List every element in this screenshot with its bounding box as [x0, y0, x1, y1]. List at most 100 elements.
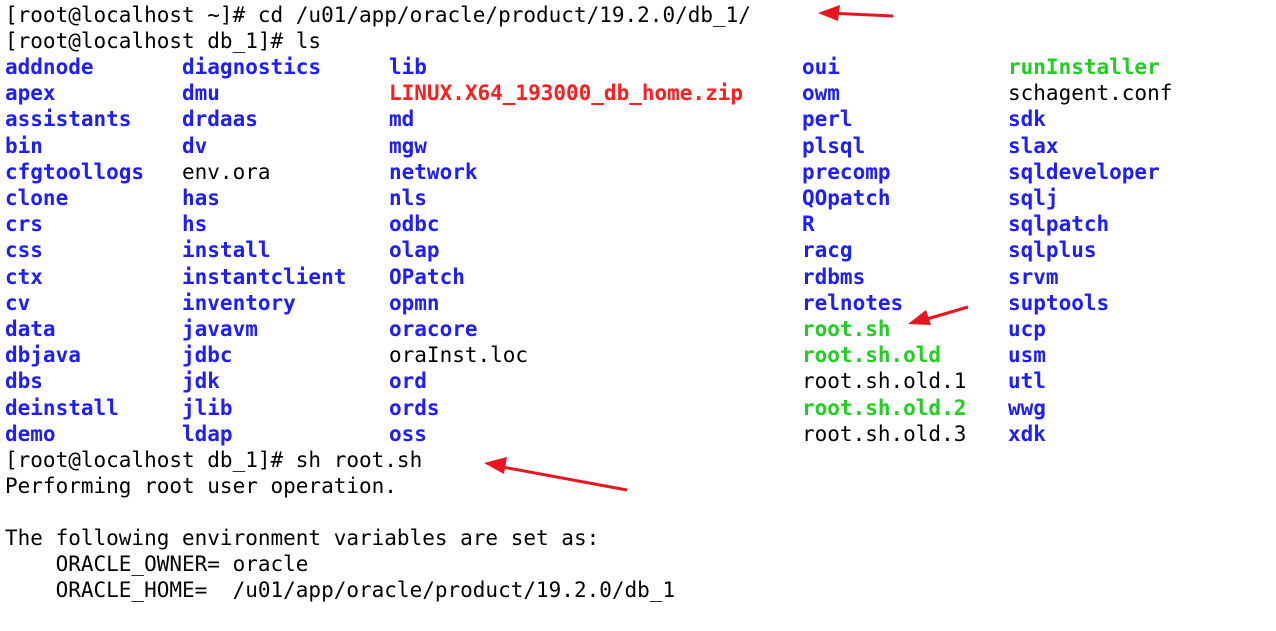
ls-entry: suptools	[1008, 290, 1110, 315]
ls-entry: sqlpatch	[1008, 212, 1110, 237]
ls-entry: utl	[1008, 369, 1046, 394]
ls-entry: dbs	[5, 369, 43, 394]
ls-entry: dv	[182, 133, 208, 158]
ls-entry: relnotes	[802, 290, 904, 315]
ls-row: dbjava jdbc oraInst.loc root.sh.old usm	[0, 342, 1276, 368]
ls-entry: dmu	[182, 81, 220, 106]
ls-entry: olap	[389, 238, 440, 263]
ls-entry: odbc	[389, 212, 440, 237]
ls-entry: hs	[182, 212, 208, 237]
ls-entry: sqlj	[1008, 186, 1059, 210]
ls-row: ctx instantclient OPatch rdbms srvm	[0, 264, 1276, 290]
terminal-window[interactable]: [root@localhost ~]# cd /u01/app/oracle/p…	[0, 0, 1276, 631]
ls-row: assistants drdaas md perl sdk	[0, 106, 1276, 132]
ls-entry: drdaas	[182, 107, 258, 132]
ls-row: clone has nls QOpatch sqlj	[0, 185, 1276, 211]
ls-row: deinstall jlib ords root.sh.old.2 wwg	[0, 395, 1276, 421]
output-performing: Performing root user operation.	[5, 474, 397, 498]
ls-entry: dbjava	[5, 343, 81, 368]
red-arrow-icon	[484, 457, 507, 474]
ls-row: crs hs odbc Rsqlpatch	[0, 211, 1276, 237]
ls-row: addnode diagnostics lib oui runInstaller	[0, 54, 1276, 80]
ls-entry: ords	[389, 395, 440, 420]
ls-row: cv inventory opmn relnotes suptools	[0, 290, 1276, 316]
ls-entry: bin	[5, 133, 43, 158]
ls-entry: xdk	[1008, 421, 1046, 446]
ls-entry: md	[389, 107, 415, 132]
ls-entry: root.sh.old.2	[802, 395, 967, 420]
ls-entry: ord	[389, 369, 427, 394]
ls-entry: addnode	[5, 55, 94, 79]
red-arrow-icon	[818, 5, 840, 21]
ls-entry: cv	[5, 290, 31, 315]
ls-row: css install olap racg sqlplus	[0, 237, 1276, 263]
ls-entry: css	[5, 238, 43, 263]
ls-entry: root.sh.old	[802, 343, 942, 368]
ls-entry: oss	[389, 421, 427, 446]
output-oracle-owner: ORACLE_OWNER= oracle	[5, 552, 309, 576]
output-env-header: The following environment variables are …	[5, 526, 600, 550]
ls-entry: srvm	[1008, 264, 1059, 289]
prompt-line-cd: [root@localhost ~]# cd /u01/app/oracle/p…	[5, 3, 751, 27]
ls-row: bin dv mgw plsql slax	[0, 133, 1276, 159]
ls-entry: OPatch	[389, 264, 465, 289]
output-oracle-home: ORACLE_HOME= /u01/app/oracle/product/19.…	[5, 578, 676, 602]
ls-entry: jdbc	[182, 343, 233, 368]
ls-entry: lib	[389, 55, 427, 79]
ls-entry: ucp	[1008, 317, 1046, 341]
ls-entry: plsql	[802, 133, 866, 158]
ls-entry: perl	[802, 107, 853, 132]
ls-entry: LINUX.X64_193000_db_home.zip	[389, 81, 744, 106]
ls-entry: nls	[389, 186, 427, 210]
ls-entry: env.ora	[182, 159, 271, 184]
ls-entry: network	[389, 159, 478, 184]
ls-entry: ldap	[182, 421, 233, 446]
ls-entry: cfgtoollogs	[5, 159, 145, 184]
ls-entry: install	[182, 238, 271, 263]
ls-entry: usm	[1008, 343, 1046, 368]
ls-entry: demo	[5, 421, 56, 446]
ls-row: demo ldap oss root.sh.old.3 xdk	[0, 421, 1276, 447]
ls-entry: sqldeveloper	[1008, 159, 1160, 184]
ls-entry: oraInst.loc	[389, 343, 529, 368]
ls-entry: deinstall	[5, 395, 119, 420]
ls-entry: oracore	[389, 317, 478, 341]
ls-entry: root.sh.old.3	[802, 421, 967, 446]
prompt-line-ls: [root@localhost db_1]# ls	[5, 29, 322, 53]
ls-entry: opmn	[389, 290, 440, 315]
ls-entry: slax	[1008, 133, 1059, 158]
ls-entry: precomp	[802, 159, 891, 184]
ls-entry: data	[5, 317, 56, 341]
ls-entry: root.sh.old.1	[802, 369, 967, 394]
ls-entry: schagent.conf	[1008, 81, 1173, 106]
ls-entry: wwg	[1008, 395, 1046, 420]
ls-row: data javavm oracore root.sh ucp	[0, 316, 1276, 342]
ls-entry: has	[182, 186, 220, 210]
ls-entry: assistants	[5, 107, 132, 132]
ls-entry: owm	[802, 81, 840, 106]
ls-entry: apex	[5, 81, 56, 106]
ls-row: dbs jdk ord root.sh.old.1 utl	[0, 368, 1276, 394]
ls-entry: jlib	[182, 395, 233, 420]
ls-entry: instantclient	[182, 264, 347, 289]
ls-entry: jdk	[182, 369, 220, 394]
ls-entry: diagnostics	[182, 55, 322, 79]
ls-entry: R	[802, 212, 815, 237]
ls-entry: root.sh	[802, 317, 891, 341]
arrow-to-sh-root-sh-command	[484, 457, 628, 492]
ls-row: cfgtoollogs env.ora network precomp sqldevel…	[0, 159, 1276, 185]
ls-entry: mgw	[389, 133, 427, 158]
arrow-to-cd-command	[818, 5, 894, 21]
ls-entry: clone	[5, 186, 69, 210]
ls-entry: runInstaller	[1008, 55, 1160, 79]
ls-entry: ctx	[5, 264, 43, 289]
ls-entry: crs	[5, 212, 43, 237]
ls-entry: oui	[802, 55, 840, 79]
ls-entry: sqlplus	[1008, 238, 1097, 263]
ls-entry: sdk	[1008, 107, 1046, 132]
ls-entry: inventory	[182, 290, 296, 315]
ls-entry: racg	[802, 238, 853, 263]
prompt-line-root-sh: [root@localhost db_1]# sh root.sh	[5, 448, 423, 472]
ls-entry: QOpatch	[802, 186, 891, 210]
ls-row: apex dmu LINUX.X64_193000_db_home.zip owm sc…	[0, 80, 1276, 106]
